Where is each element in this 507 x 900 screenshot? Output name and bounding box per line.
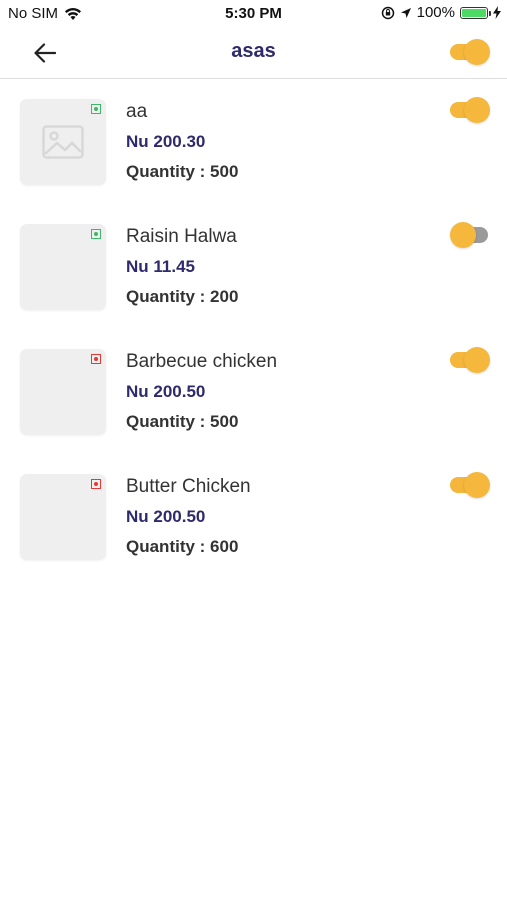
- veg-indicator-icon: [91, 104, 101, 114]
- list-item[interactable]: aa Nu 200.30 Quantity : 500: [0, 79, 507, 204]
- item-image: [20, 99, 106, 185]
- battery-percent: 100%: [416, 4, 455, 21]
- item-price: Nu 200.30: [126, 132, 206, 151]
- item-name: Barbecue chicken: [126, 351, 278, 372]
- location-icon: [400, 7, 411, 18]
- charging-icon: [493, 6, 501, 19]
- nav-bar: asas: [0, 28, 507, 79]
- list-item[interactable]: Butter Chicken Nu 200.50 Quantity : 600: [0, 454, 507, 579]
- nonveg-indicator-icon: [91, 479, 101, 489]
- orientation-lock-icon: [381, 6, 394, 19]
- item-price: Nu 11.45: [126, 257, 195, 276]
- image-placeholder-icon: [42, 125, 84, 159]
- item-name: Raisin Halwa: [126, 226, 237, 247]
- veg-indicator-icon: [91, 229, 101, 239]
- nonveg-indicator-icon: [91, 354, 101, 364]
- item-list: aa Nu 200.30 Quantity : 500 Raisin Halwa…: [0, 79, 507, 579]
- item-quantity: Quantity : 600: [126, 537, 239, 556]
- list-item[interactable]: Raisin Halwa Nu 11.45 Quantity : 200: [0, 204, 507, 329]
- item-image: [20, 474, 106, 560]
- item-availability-toggle[interactable]: [450, 472, 490, 498]
- item-quantity: Quantity : 500: [126, 162, 239, 181]
- item-name: Butter Chicken: [126, 476, 251, 497]
- item-price: Nu 200.50: [126, 507, 206, 526]
- item-availability-toggle[interactable]: [450, 347, 490, 373]
- item-availability-toggle[interactable]: [450, 222, 490, 248]
- store-availability-toggle[interactable]: [450, 39, 490, 65]
- list-item[interactable]: Barbecue chicken Nu 200.50 Quantity : 50…: [0, 329, 507, 454]
- item-price: Nu 200.50: [126, 382, 206, 401]
- status-right: 100%: [381, 4, 501, 21]
- item-image: [20, 224, 106, 310]
- item-availability-toggle[interactable]: [450, 97, 490, 123]
- item-name: aa: [126, 101, 148, 122]
- item-quantity: Quantity : 200: [126, 287, 239, 306]
- item-quantity: Quantity : 500: [126, 412, 239, 431]
- page-title: asas: [231, 40, 276, 62]
- status-bar: No SIM 5:30 PM 100%: [0, 0, 507, 28]
- battery-icon: [460, 6, 491, 19]
- item-image: [20, 349, 106, 435]
